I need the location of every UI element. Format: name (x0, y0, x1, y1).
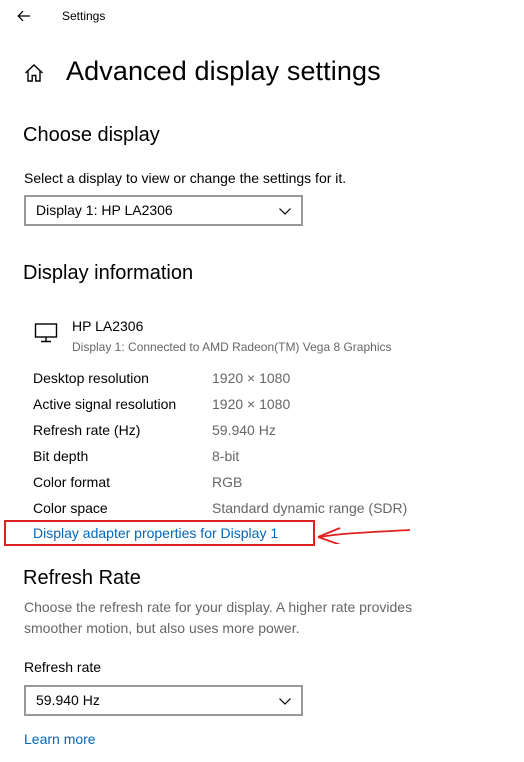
info-label: Bit depth (33, 448, 89, 464)
refresh-rate-description-line2: smoother motion, but also uses more powe… (24, 620, 300, 636)
display-adapter-properties-link[interactable]: Display adapter properties for Display 1 (33, 525, 278, 541)
info-label: Color format (33, 474, 111, 490)
learn-more-link[interactable]: Learn more (24, 731, 96, 747)
home-icon[interactable] (23, 62, 45, 84)
info-value: Standard dynamic range (SDR) (212, 500, 408, 516)
info-value: 1920 × 1080 (212, 396, 291, 412)
choose-display-description: Select a display to view or change the s… (24, 170, 347, 186)
refresh-rate-heading: Refresh Rate (23, 567, 141, 589)
chevron-down-icon (279, 698, 291, 705)
back-button[interactable] (12, 5, 36, 27)
display-select[interactable]: Display 1: HP LA2306 (24, 195, 303, 226)
info-label: Active signal resolution (33, 396, 177, 412)
chevron-down-icon (279, 208, 291, 215)
info-value: RGB (212, 474, 243, 490)
info-label: Color space (33, 500, 108, 516)
info-value: 59.940 Hz (212, 422, 276, 438)
info-value: 8-bit (212, 448, 240, 464)
refresh-rate-label: Refresh rate (24, 659, 102, 675)
display-information-heading: Display information (23, 262, 194, 284)
settings-page: Settings Advanced display settings Choos… (0, 0, 524, 762)
monitor-subtitle: Display 1: Connected to AMD Radeon(TM) V… (72, 340, 392, 354)
choose-display-heading: Choose display (23, 124, 160, 146)
display-select-value: Display 1: HP LA2306 (36, 202, 173, 218)
refresh-rate-select[interactable]: 59.940 Hz (24, 685, 303, 716)
info-label: Refresh rate (Hz) (33, 422, 141, 438)
window-title: Settings (62, 9, 106, 23)
monitor-icon (34, 323, 58, 343)
monitor-name: HP LA2306 (72, 318, 144, 334)
back-arrow-icon (17, 10, 30, 22)
annotation-arrow-icon (317, 527, 411, 544)
page-title: Advanced display settings (66, 56, 381, 86)
info-label: Desktop resolution (33, 370, 149, 386)
info-value: 1920 × 1080 (212, 370, 291, 386)
refresh-rate-description-line1: Choose the refresh rate for your display… (24, 599, 413, 615)
refresh-rate-select-value: 59.940 Hz (36, 692, 100, 708)
